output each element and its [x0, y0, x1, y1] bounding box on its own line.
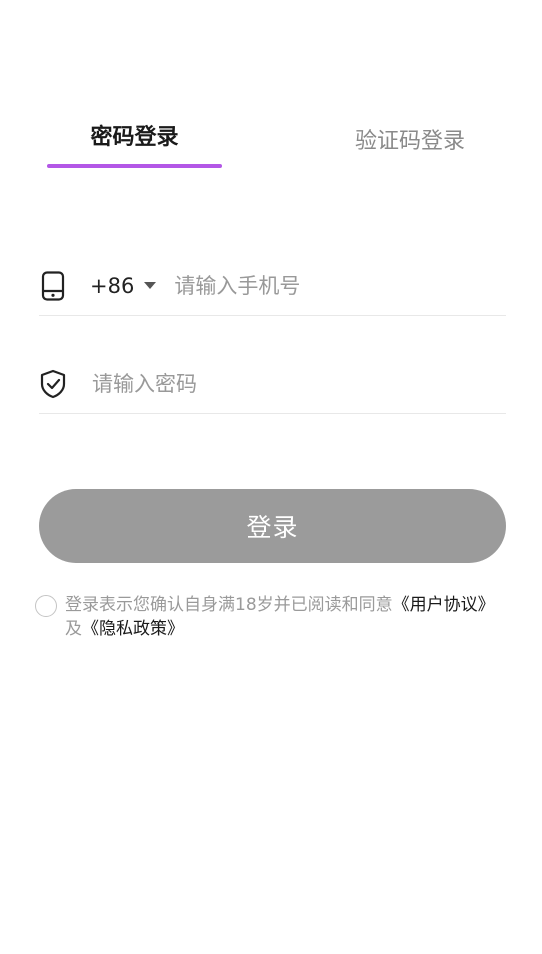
agreement-conjunction: 及 — [65, 619, 82, 639]
privacy-policy-link[interactable]: 《隐私政策》 — [82, 619, 184, 639]
shield-check-icon — [39, 369, 67, 399]
phone-field: +86 — [39, 256, 506, 316]
tab-code-login[interactable]: 验证码登录 — [330, 122, 490, 174]
caret-down-icon — [144, 282, 157, 289]
phone-input[interactable] — [174, 265, 506, 306]
tab-password-login[interactable]: 密码登录 — [47, 118, 222, 170]
agreement-prefix: 登录表示您确认自身满18岁并已阅读和同意 — [65, 595, 393, 615]
agreement-text: 登录表示您确认自身满18岁并已阅读和同意《用户协议》及《隐私政策》 — [65, 593, 505, 641]
agreement-checkbox[interactable] — [35, 595, 57, 617]
password-input[interactable] — [92, 363, 506, 404]
user-agreement-link[interactable]: 《用户协议》 — [393, 595, 495, 615]
phone-icon — [39, 270, 67, 301]
login-button[interactable]: 登录 — [39, 489, 506, 563]
login-screen: 密码登录 验证码登录 +86 登录 登录表示您确认自身满18岁并 — [0, 0, 542, 954]
password-field — [39, 354, 506, 414]
active-tab-indicator — [47, 164, 222, 168]
country-code: +86 — [90, 273, 135, 298]
login-tabs: 密码登录 验证码登录 — [0, 118, 542, 170]
country-code-selector[interactable]: +86 — [90, 274, 174, 298]
